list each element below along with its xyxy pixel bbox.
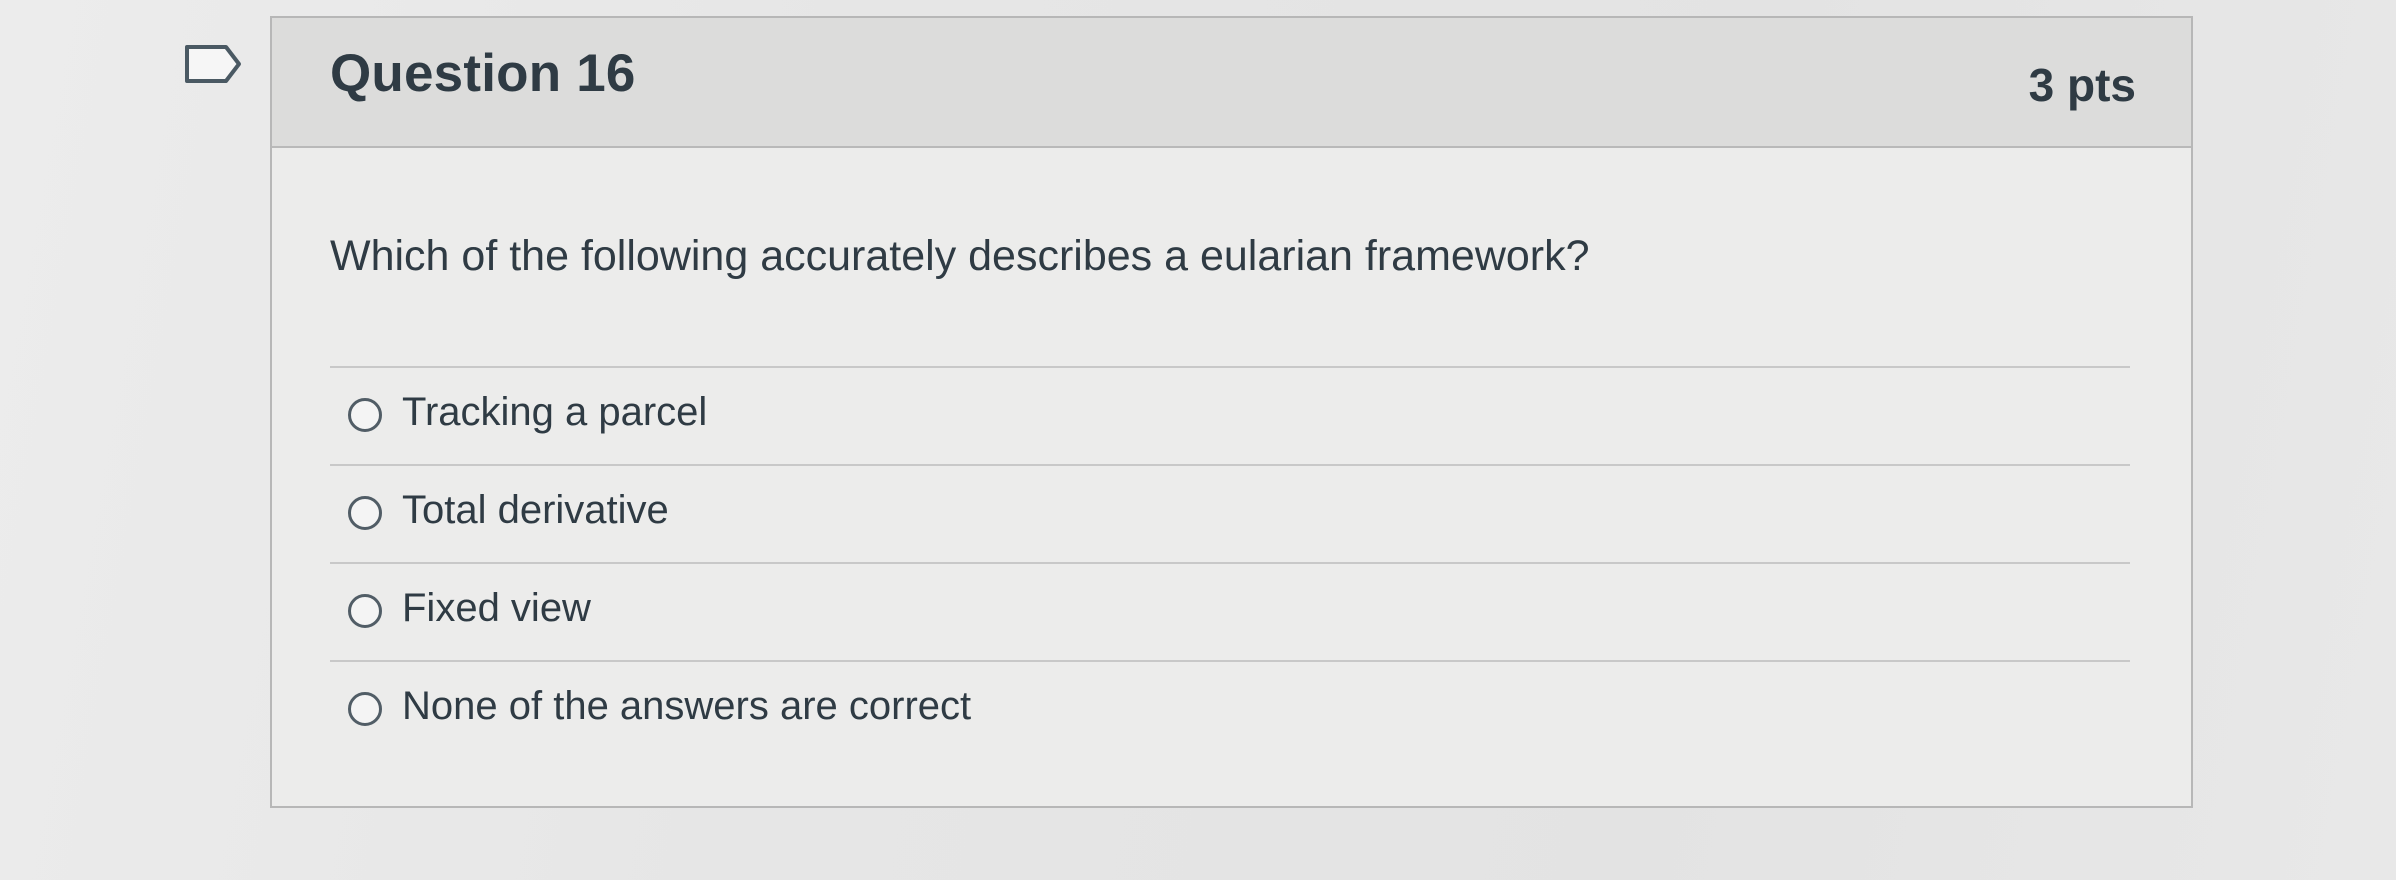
answer-option[interactable]: Tracking a parcel: [330, 368, 2130, 466]
flag-question-icon[interactable]: [184, 44, 242, 84]
radio-unselected-icon[interactable]: [348, 594, 382, 628]
question-header: Question 16 3 pts: [272, 18, 2191, 148]
answer-label: None of the answers are correct: [402, 684, 972, 728]
question-card: Question 16 3 pts Which of the following…: [270, 16, 2193, 808]
answer-label: Fixed view: [402, 586, 591, 630]
radio-unselected-icon[interactable]: [348, 496, 382, 530]
radio-unselected-icon[interactable]: [348, 398, 382, 432]
answer-list: Tracking a parcel Total derivative Fixed…: [330, 366, 2130, 758]
question-title: Question 16: [330, 44, 636, 103]
question-text: Which of the following accurately descri…: [330, 232, 1590, 280]
answer-option[interactable]: Total derivative: [330, 466, 2130, 564]
answer-option[interactable]: None of the answers are correct: [330, 662, 2130, 758]
radio-unselected-icon[interactable]: [348, 692, 382, 726]
answer-label: Total derivative: [402, 488, 669, 532]
question-points: 3 pts: [2028, 59, 2136, 111]
answer-label: Tracking a parcel: [402, 390, 708, 434]
answer-option[interactable]: Fixed view: [330, 564, 2130, 662]
